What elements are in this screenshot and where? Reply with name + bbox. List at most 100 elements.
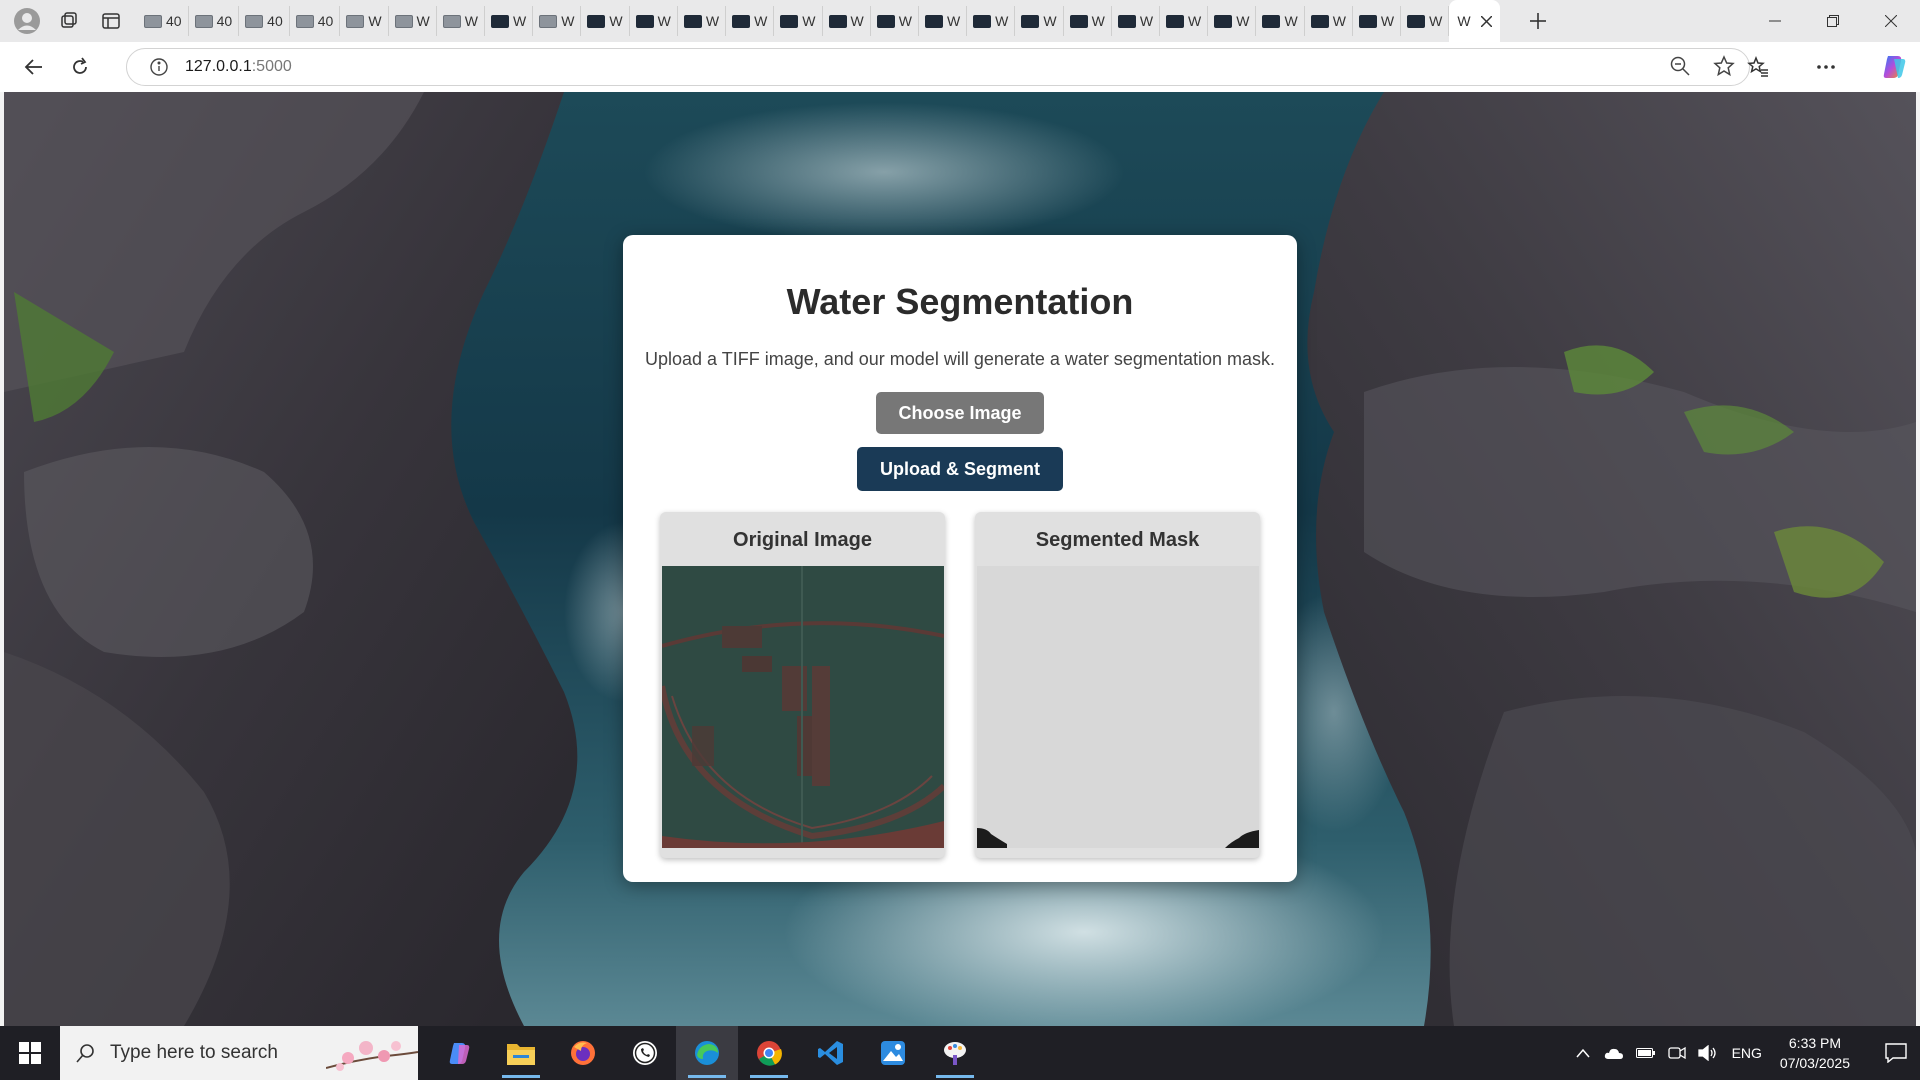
browser-tab[interactable]: W: [1064, 6, 1112, 36]
browser-tab[interactable]: W: [1015, 6, 1064, 36]
browser-tab[interactable]: W: [1208, 6, 1257, 36]
language-indicator[interactable]: ENG: [1732, 1045, 1762, 1061]
notification-center-icon[interactable]: [1872, 1043, 1920, 1063]
browser-tab[interactable]: W: [919, 6, 968, 36]
tab-favicon-icon: [1310, 14, 1329, 28]
tab-favicon-icon: [1262, 14, 1281, 28]
close-tab-icon[interactable]: [1480, 15, 1492, 27]
browser-tab-active[interactable]: W: [1449, 0, 1500, 42]
browser-tab[interactable]: W: [437, 6, 485, 36]
onedrive-cloud-icon[interactable]: [1604, 1046, 1624, 1060]
browser-tab[interactable]: W: [533, 6, 582, 36]
tab-label: 40: [166, 13, 182, 29]
tab-label: W: [995, 13, 1009, 29]
close-window-button[interactable]: [1862, 0, 1920, 42]
paint-icon[interactable]: [924, 1026, 986, 1080]
tab-label: W: [1091, 13, 1105, 29]
new-tab-button[interactable]: [1518, 6, 1558, 36]
tab-list: 40 40 40 40 W W W W W W W W W W W W W W W W W W W W W W W W: [138, 0, 1500, 42]
search-placeholder: Type here to search: [110, 1042, 278, 1063]
battery-icon[interactable]: [1635, 1047, 1656, 1059]
workspaces-icon[interactable]: [52, 4, 86, 38]
meet-now-icon[interactable]: [1667, 1045, 1686, 1061]
browser-tab[interactable]: W: [581, 6, 630, 36]
browser-tab[interactable]: 40: [189, 6, 240, 36]
upload-segment-button[interactable]: Upload & Segment: [857, 447, 1063, 491]
cherry-blossom-icon: [326, 1034, 418, 1074]
more-menu-icon[interactable]: [1806, 47, 1846, 87]
volume-icon[interactable]: [1697, 1045, 1718, 1061]
tab-favicon-icon: [1069, 14, 1088, 28]
vscode-icon[interactable]: [800, 1026, 862, 1080]
favorites-icon[interactable]: [1738, 47, 1778, 87]
browser-tab[interactable]: W: [774, 6, 823, 36]
taskbar-clock[interactable]: 6:33 PM 07/03/2025: [1780, 1033, 1850, 1073]
browser-tab[interactable]: 40: [239, 6, 290, 36]
tab-label: W: [1457, 13, 1471, 29]
back-button[interactable]: [14, 47, 54, 87]
tab-label: W: [1380, 13, 1395, 29]
browser-tab[interactable]: W: [340, 6, 389, 36]
restore-button[interactable]: [1804, 0, 1862, 42]
original-image-panel: Original Image: [658, 512, 946, 858]
site-info-icon[interactable]: [141, 57, 177, 77]
minimize-button[interactable]: [1746, 0, 1804, 42]
chrome-icon[interactable]: [738, 1026, 800, 1080]
url-host: 127.0.0.1: [185, 58, 252, 75]
browser-tab[interactable]: W: [630, 6, 678, 36]
start-button[interactable]: [0, 1026, 60, 1080]
page-title: Water Segmentation: [786, 281, 1134, 322]
file-explorer-icon[interactable]: [490, 1026, 552, 1080]
address-bar[interactable]: 127.0.0.1:5000: [126, 48, 1750, 86]
browser-tab[interactable]: W: [1256, 6, 1305, 36]
whatsapp-icon[interactable]: [614, 1026, 676, 1080]
system-tray: ENG 6:33 PM 07/03/2025: [1576, 1026, 1920, 1080]
photos-icon[interactable]: [862, 1026, 924, 1080]
tab-label: W: [1284, 13, 1298, 29]
edge-icon[interactable]: [676, 1026, 738, 1080]
firefox-icon[interactable]: [552, 1026, 614, 1080]
clock-date: 07/03/2025: [1779, 1055, 1850, 1071]
copilot-icon[interactable]: [428, 1026, 490, 1080]
original-image-title: Original Image: [733, 529, 872, 551]
browser-tab[interactable]: W: [1112, 6, 1161, 36]
tab-label: W: [609, 13, 623, 29]
url-text: 127.0.0.1:5000: [185, 58, 292, 76]
browser-tab[interactable]: W: [726, 6, 775, 36]
browser-tab[interactable]: W: [1305, 6, 1353, 36]
tab-favicon-icon: [295, 14, 314, 28]
tab-label: W: [657, 13, 671, 29]
tab-favicon-icon: [194, 14, 213, 28]
result-panels: Original Image Segmented Mask: [658, 512, 1260, 858]
refresh-button[interactable]: [60, 47, 100, 87]
windows-taskbar: Type here to search ENG 6:33 PM 07/03/20…: [0, 1026, 1920, 1080]
browser-tab[interactable]: W: [1353, 6, 1402, 36]
browser-tab[interactable]: W: [485, 6, 534, 36]
browser-tab[interactable]: W: [823, 6, 871, 36]
tab-label: W: [1139, 13, 1154, 29]
taskbar-apps: [428, 1026, 986, 1080]
browser-tab[interactable]: W: [1160, 6, 1209, 36]
browser-tab[interactable]: 40: [290, 6, 341, 36]
browser-tab[interactable]: W: [678, 6, 727, 36]
search-icon: [76, 1043, 96, 1063]
profile-icon[interactable]: [10, 4, 44, 38]
browser-tab[interactable]: W: [871, 6, 919, 36]
browser-tab[interactable]: W: [1401, 6, 1450, 36]
choose-image-button[interactable]: Choose Image: [876, 392, 1044, 434]
tab-label: W: [1236, 13, 1250, 29]
tab-favicon-icon: [683, 14, 702, 28]
zoom-out-icon[interactable]: [1669, 55, 1691, 82]
show-hidden-icons-icon[interactable]: [1576, 1048, 1590, 1058]
clock-time: 6:33 PM: [1788, 1035, 1842, 1051]
taskbar-search-box[interactable]: Type here to search: [60, 1026, 418, 1080]
tab-label: 40: [216, 13, 233, 29]
tab-label: W: [705, 13, 720, 29]
browser-tab[interactable]: W: [389, 6, 437, 36]
copilot-sidebar-icon[interactable]: [1874, 47, 1914, 87]
tab-label: W: [1188, 13, 1202, 29]
browser-tab[interactable]: 40: [138, 6, 189, 36]
tab-label: W: [898, 13, 912, 29]
tab-actions-icon[interactable]: [94, 4, 128, 38]
browser-tab[interactable]: W: [967, 6, 1016, 36]
